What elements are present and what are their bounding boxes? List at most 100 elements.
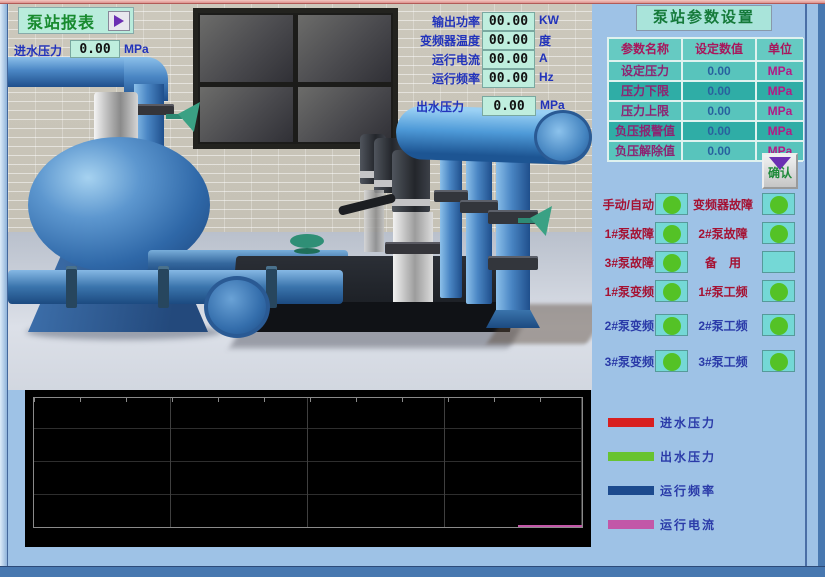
play-icon (108, 11, 130, 31)
riser-flange-ring (488, 256, 538, 270)
pump3-vfd-label: 3#泵变频 (594, 353, 654, 370)
green-valve-handle (166, 102, 200, 132)
legend-label: 出水压力 (660, 448, 716, 465)
running-current-unit: A (539, 51, 548, 65)
setting-value[interactable]: 0.00 (682, 101, 756, 121)
pump2-mains-label: 2#泵工频 (688, 317, 758, 334)
setting-name: 压力上限 (608, 101, 682, 121)
settings-table: 参数名称 设定数值 单位 设定压力 0.00 MPa 压力下限 0.00 MPa… (607, 37, 803, 162)
pump2-fault-lamp (762, 222, 795, 244)
trend-plot-area (33, 397, 583, 528)
spare-label: 备 用 (688, 254, 758, 271)
gate-valve-handwheel (290, 234, 324, 248)
setting-name: 压力下限 (608, 81, 682, 101)
legend-swatch-frequency (608, 486, 654, 495)
confirm-button-label: 确认 (764, 164, 796, 181)
setting-value[interactable]: 0.00 (682, 121, 756, 141)
suction-pipe-front (8, 270, 343, 304)
pump-clamp (385, 242, 441, 254)
inlet-pressure-unit: MPa (124, 42, 149, 56)
status-row: 3#泵故障 备 用 (592, 251, 806, 275)
inverter-temp-label: 变频器温度 (388, 32, 480, 49)
setting-name: 负压解除值 (608, 141, 682, 161)
col-header-value: 设定数值 (682, 38, 756, 61)
legend-swatch-inlet (608, 418, 654, 427)
legend-label: 运行频率 (660, 482, 716, 499)
pump-base-plinth (252, 302, 514, 332)
spare-lamp (762, 251, 795, 273)
window-pane (298, 15, 391, 82)
motor-band (392, 199, 430, 206)
blind-flange-disc (204, 276, 270, 338)
scene-window (193, 8, 398, 149)
setting-value[interactable]: 0.00 (682, 61, 756, 81)
outlet-pressure-label: 出水压力 (416, 98, 464, 115)
manual-auto-lamp[interactable] (655, 193, 688, 215)
pump3-fault-label: 3#泵故障 (594, 254, 654, 271)
setting-unit: MPa (756, 81, 804, 101)
hmi-pump-station-screen: 泵站报表 进水压力 0.00 MPa 输出功率 00.00 KW 变频器温度 0… (0, 0, 825, 577)
confirm-button[interactable]: 确认 (762, 153, 798, 189)
running-frequency-value: 00.00 (482, 69, 535, 88)
setting-value[interactable]: 0.00 (682, 141, 756, 161)
setting-unit: MPa (756, 61, 804, 81)
pump1-mains-label: 1#泵工频 (688, 283, 758, 300)
pipe-flange (158, 266, 169, 308)
outlet-header-end-cap (534, 110, 592, 164)
pump1-vfd-label: 1#泵变频 (594, 283, 654, 300)
legend-label: 运行电流 (660, 516, 716, 533)
window-border-right (818, 4, 825, 577)
pump-body-front (393, 212, 433, 302)
outlet-pressure-unit: MPa (540, 98, 565, 112)
valve-blade (530, 206, 552, 236)
status-row: 1#泵故障 2#泵故障 (592, 222, 806, 246)
legend-item: 出水压力 (592, 446, 806, 466)
status-row: 手动/自动 变频器故障 (592, 193, 806, 217)
window-pane (200, 87, 293, 142)
output-power-label: 输出功率 (388, 13, 480, 30)
legend-item: 运行电流 (592, 514, 806, 534)
window-border-left (0, 4, 8, 577)
parameter-panel: 泵站参数设置 参数名称 设定数值 单位 设定压力 0.00 MPa 压力下限 0… (592, 4, 806, 566)
pump3-fault-lamp (655, 251, 688, 273)
legend-item: 进水压力 (592, 412, 806, 432)
inlet-pressure-value: 0.00 (70, 40, 120, 58)
col-header-unit: 单位 (756, 38, 804, 61)
output-power-unit: KW (539, 13, 559, 27)
inlet-pressure-label: 进水压力 (14, 42, 62, 59)
pump3-vfd-lamp (655, 350, 688, 372)
status-row: 3#泵变频 3#泵工频 (592, 350, 806, 374)
inverter-fault-label: 变频器故障 (688, 196, 758, 213)
pump2-fault-label: 2#泵故障 (688, 225, 758, 242)
pump2-vfd-lamp (655, 314, 688, 336)
pump1-fault-label: 1#泵故障 (594, 225, 654, 242)
setting-unit: MPa (756, 101, 804, 121)
setting-name: 设定压力 (608, 61, 682, 81)
setting-unit: MPa (756, 121, 804, 141)
window-border-bottom (0, 566, 825, 577)
setting-value[interactable]: 0.00 (682, 81, 756, 101)
axis-tick-marks (34, 398, 582, 402)
trend-chart (25, 390, 591, 547)
pump2-vfd-label: 2#泵变频 (594, 317, 654, 334)
green-valve-handle (518, 206, 552, 236)
inverter-fault-lamp (762, 193, 795, 215)
legend-label: 进水压力 (660, 414, 716, 431)
setting-name: 负压报警值 (608, 121, 682, 141)
valve-blade (178, 102, 200, 132)
col-header-name: 参数名称 (608, 38, 682, 61)
pipe-flange (66, 266, 77, 308)
outlet-pressure-value: 0.00 (482, 96, 536, 116)
legend-swatch-outlet (608, 452, 654, 461)
running-current-trace (518, 525, 582, 527)
window-pane (200, 15, 293, 82)
pump1-vfd-lamp (655, 280, 688, 302)
pump1-mains-lamp (762, 280, 795, 302)
running-frequency-unit: Hz (539, 70, 554, 84)
status-row: 2#泵变频 2#泵工频 (592, 314, 806, 338)
panel-title: 泵站参数设置 (636, 5, 772, 31)
report-button[interactable]: 泵站报表 (18, 7, 134, 34)
running-frequency-label: 运行频率 (388, 70, 480, 87)
output-power-value: 00.00 (482, 12, 535, 31)
pump2-mains-lamp (762, 314, 795, 336)
